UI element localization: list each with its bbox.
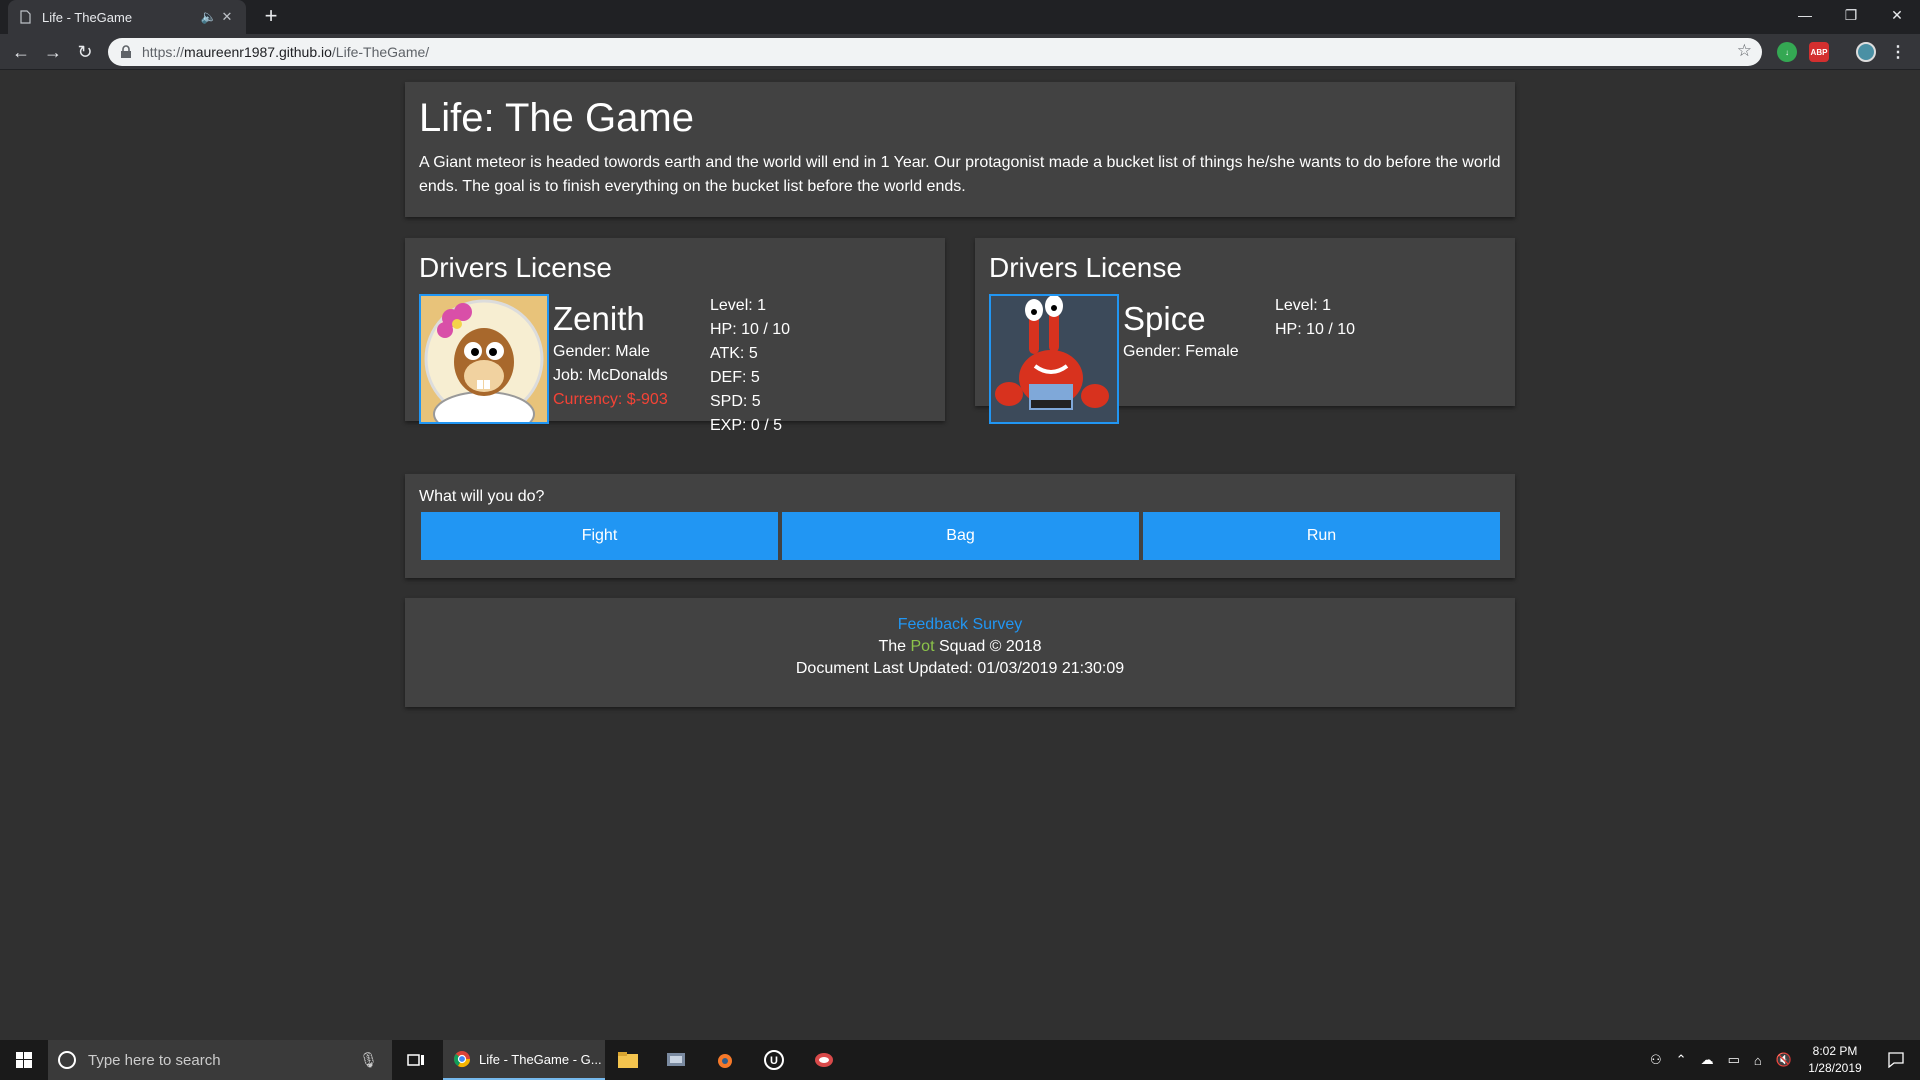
chrome-icon	[453, 1051, 471, 1068]
url-path: /Life-TheGame/	[331, 44, 430, 60]
speaker-icon[interactable]: 🔈	[200, 9, 218, 25]
clock-time: 8:02 PM	[1812, 1044, 1858, 1058]
player-stat-exp: EXP: 0 / 5	[710, 417, 783, 434]
volume-muted-icon[interactable]: 🔇	[1776, 1052, 1792, 1068]
taskbar-search[interactable]: Type here to search 🎙	[48, 1040, 392, 1080]
onedrive-icon[interactable]: ☁	[1701, 1052, 1714, 1068]
action-center-icon[interactable]	[1872, 1040, 1920, 1080]
minimize-button[interactable]: —	[1782, 0, 1828, 30]
player-portrait	[419, 294, 549, 424]
page-icon	[20, 10, 31, 24]
microphone-icon[interactable]: 🎙	[359, 1051, 378, 1069]
taskbar: Type here to search 🎙 Life - TheGame - G…	[0, 1040, 1920, 1080]
player-stat-hp: HP: 10 / 10	[710, 321, 791, 338]
copyright-pot: Pot	[910, 638, 935, 655]
enemy-license-card: Drivers License Spice Gender: Female Lev…	[975, 238, 1515, 424]
tab-title: Life - TheGame	[42, 9, 133, 25]
enemy-card-title: Drivers License	[989, 252, 1182, 283]
player-details: Gender: Male Job: McDonalds Currency: $-…	[553, 340, 668, 412]
address-bar[interactable]: https://maureenr1987.github.io/Life-TheG…	[108, 38, 1762, 66]
action-card: What will you do? Fight Bag Run	[405, 474, 1515, 578]
start-button[interactable]	[0, 1040, 48, 1080]
run-button[interactable]: Run	[1143, 512, 1500, 560]
last-updated: Document Last Updated: 01/03/2019 21:30:…	[795, 660, 1125, 677]
menu-icon[interactable]: ⋮	[1888, 42, 1908, 62]
system-tray: ⚇ ⌃ ☁ ▭ ⌂ 🔇	[1650, 1040, 1792, 1080]
windows-logo-icon	[16, 1052, 32, 1068]
app-icon-2[interactable]	[800, 1040, 848, 1080]
player-card-title: Drivers License	[419, 252, 612, 283]
feedback-survey-link[interactable]: Feedback Survey	[898, 616, 1023, 633]
enemy-gender: Gender: Female	[1123, 343, 1239, 360]
copyright-line: The Pot Squad © 2018	[405, 636, 1515, 658]
lock-icon	[121, 45, 131, 58]
unreal-engine-icon[interactable]: U	[750, 1040, 798, 1080]
people-icon[interactable]: ⚇	[1650, 1052, 1662, 1068]
browser-toolbar: ← → ↻ https://maureenr1987.github.io/Lif…	[0, 34, 1920, 70]
svg-text:U: U	[770, 1055, 778, 1067]
copyright-the: The	[878, 638, 907, 655]
player-gender: Gender: Male	[553, 343, 650, 360]
player-name: Zenith	[553, 300, 645, 337]
squirrel-portrait-icon	[421, 296, 547, 422]
taskbar-chrome-item[interactable]: Life - TheGame - G...	[443, 1040, 605, 1080]
enemy-details: Gender: Female	[1123, 340, 1239, 364]
game-description: A Giant meteor is headed towords earth a…	[419, 154, 1501, 195]
taskbar-chrome-label: Life - TheGame - G...	[479, 1051, 602, 1067]
copyright-rest: Squad © 2018	[938, 638, 1042, 655]
player-stats: Level: 1 HP: 10 / 10 ATK: 5 DEF: 5 SPD: …	[710, 294, 790, 438]
header-card: Life: The Game A Giant meteor is headed …	[405, 82, 1515, 217]
enemy-portrait	[989, 294, 1119, 424]
enemy-stats: Level: 1 HP: 10 / 10	[1275, 294, 1355, 342]
network-icon[interactable]: ⌂	[1754, 1053, 1762, 1068]
enemy-stat-level: Level: 1	[1275, 297, 1332, 314]
cortana-icon	[58, 1051, 76, 1069]
page-content: Life: The Game A Giant meteor is headed …	[0, 70, 1920, 1040]
close-tab-icon[interactable]: ✕	[218, 9, 236, 25]
task-view-icon[interactable]	[392, 1040, 440, 1080]
enemy-name: Spice	[1123, 300, 1206, 337]
taskbar-clock[interactable]: 8:02 PM 1/28/2019	[1800, 1043, 1870, 1077]
battery-icon[interactable]: ▭	[1728, 1052, 1740, 1068]
player-stat-def: DEF: 5	[710, 369, 760, 386]
back-button[interactable]: ←	[9, 40, 33, 64]
player-currency: Currency: $-903	[553, 391, 668, 408]
fight-button[interactable]: Fight	[421, 512, 778, 560]
forward-button[interactable]: →	[41, 40, 65, 64]
crab-portrait-icon	[991, 296, 1117, 422]
browser-tab-bar: Life - TheGame 🔈 ✕ + — ❐ ✕	[0, 0, 1920, 34]
url-host: maureenr1987.github.io	[184, 44, 332, 60]
extension-green-icon[interactable]: ↓	[1777, 42, 1797, 62]
bag-button[interactable]: Bag	[782, 512, 1139, 560]
adblock-icon[interactable]: ABP	[1809, 42, 1829, 62]
blender-icon[interactable]	[700, 1040, 748, 1080]
url-prefix: https://	[142, 44, 185, 60]
footer-card: Feedback Survey The Pot Squad © 2018 Doc…	[405, 598, 1515, 707]
restore-button[interactable]: ❐	[1828, 0, 1874, 30]
profile-avatar[interactable]	[1856, 42, 1876, 62]
player-stat-level: Level: 1	[710, 297, 767, 314]
player-job: Job: McDonalds	[553, 367, 668, 384]
bookmark-star-icon[interactable]: ☆	[1737, 41, 1752, 61]
enemy-stat-hp: HP: 10 / 10	[1275, 321, 1356, 338]
tray-expand-icon[interactable]: ⌃	[1676, 1052, 1687, 1068]
browser-tab[interactable]: Life - TheGame 🔈 ✕	[8, 0, 246, 34]
player-stat-spd: SPD: 5	[710, 393, 761, 410]
action-buttons: Fight Bag Run	[419, 512, 1501, 560]
player-stat-atk: ATK: 5	[710, 345, 758, 362]
player-license-card: Drivers License Zenith Gender: Male Job:…	[405, 238, 945, 434]
new-tab-button[interactable]: +	[260, 5, 282, 28]
clock-date: 1/28/2019	[1808, 1061, 1862, 1075]
action-prompt: What will you do?	[419, 488, 545, 505]
page-title: Life: The Game	[419, 96, 694, 140]
reload-button[interactable]: ↻	[73, 40, 97, 64]
app-icon-1[interactable]	[652, 1040, 700, 1080]
file-explorer-icon[interactable]	[604, 1040, 652, 1080]
close-window-button[interactable]: ✕	[1874, 0, 1920, 30]
search-placeholder: Type here to search	[88, 1051, 221, 1069]
